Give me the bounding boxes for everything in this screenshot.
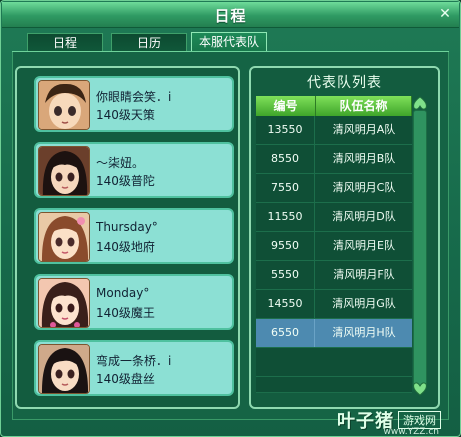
team-id: 7550 <box>256 174 315 202</box>
member-card[interactable]: 弯成一条桥．i 140级盘丝 <box>34 340 234 396</box>
member-name: 弯成一条桥．i <box>96 354 172 368</box>
team-name: 清风明月E队 <box>333 239 395 252</box>
team-name: 清风明月G队 <box>332 297 396 310</box>
team-id: 13550 <box>256 116 315 144</box>
team-id: 5550 <box>256 261 315 289</box>
member-card[interactable]: ～柒妞。 140级普陀 <box>34 142 234 198</box>
team-name: 清风明月B队 <box>332 152 396 165</box>
table-row[interactable]: 5550 清风明月F队 <box>256 261 412 290</box>
team-id: 8550 <box>256 145 315 173</box>
table-row-empty <box>256 377 412 393</box>
scrollbar[interactable] <box>413 110 427 387</box>
table-row[interactable]: 8550 清风明月B队 <box>256 145 412 174</box>
member-card[interactable]: 你眼睛会笑．i 140级天策 <box>34 76 234 132</box>
member-level: 140级天策 <box>96 108 155 122</box>
table-row[interactable]: 13550 清风明月A队 <box>256 116 412 145</box>
member-name: Monday° <box>96 286 150 300</box>
member-level: 140级普陀 <box>96 174 155 188</box>
tab-server-team[interactable]: 本服代表队 <box>191 32 267 53</box>
member-card[interactable]: Thursday° 140级地府 <box>34 208 234 264</box>
member-name: ～柒妞。 <box>96 156 145 170</box>
window-title: 日程 <box>214 7 247 25</box>
avatar-girl-icon <box>38 146 90 196</box>
table-row[interactable]: 7550 清风明月C队 <box>256 174 412 203</box>
member-name: 你眼睛会笑．i <box>96 90 172 104</box>
team-name: 清风明月C队 <box>332 181 396 194</box>
team-id: 9550 <box>256 232 315 260</box>
avatar-boy-icon <box>38 80 90 130</box>
table-row-empty <box>256 348 412 377</box>
member-level: 140级魔王 <box>96 306 155 320</box>
scroll-down-icon[interactable] <box>411 380 429 396</box>
team-name: 清风明月H队 <box>332 326 396 339</box>
team-name: 清风明月F队 <box>333 268 395 281</box>
team-id: 11550 <box>256 203 315 231</box>
member-level: 140级地府 <box>96 240 155 254</box>
team-id: 6550 <box>256 319 315 347</box>
team-name: 清风明月D队 <box>332 210 396 223</box>
column-header-id: 编号 <box>256 96 316 116</box>
member-card[interactable]: Monday° 140级魔王 <box>34 274 234 330</box>
scroll-up-icon[interactable] <box>411 96 429 112</box>
avatar-girl-icon <box>38 344 90 394</box>
watermark-logo: 叶子猪 游戏网 <box>337 407 441 432</box>
member-level: 140级盘丝 <box>96 372 155 386</box>
member-name: Thursday° <box>96 220 158 234</box>
avatar-girl-icon <box>38 212 90 262</box>
table-row[interactable]: 11550 清风明月D队 <box>256 203 412 232</box>
tab-schedule[interactable]: 日程 <box>27 33 103 52</box>
column-header-team-name: 队伍名称 <box>316 96 412 116</box>
watermark-url: www.YZZ.cn <box>383 427 439 437</box>
team-name: 清风明月A队 <box>332 123 396 136</box>
team-list-title: 代表队列表 <box>307 75 382 91</box>
team-id: 14550 <box>256 290 315 318</box>
close-icon[interactable]: ✕ <box>437 6 453 22</box>
table-row-selected[interactable]: 6550 清风明月H队 <box>256 319 412 348</box>
table-row[interactable]: 14550 清风明月G队 <box>256 290 412 319</box>
tab-calendar[interactable]: 日历 <box>111 33 187 52</box>
title-bar[interactable]: 日程 ✕ <box>2 2 459 28</box>
avatar-girl-icon <box>38 278 90 328</box>
table-row[interactable]: 9550 清风明月E队 <box>256 232 412 261</box>
